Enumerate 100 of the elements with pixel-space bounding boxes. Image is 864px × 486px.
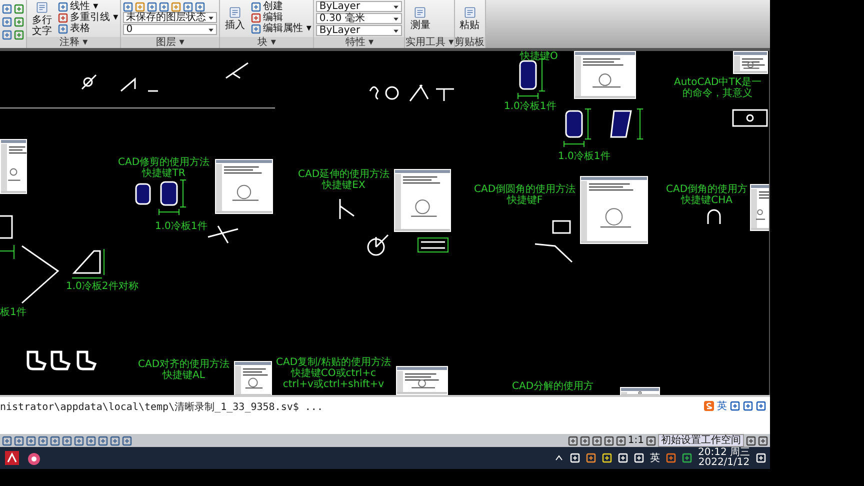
ribbon-button[interactable]: 编辑属性 ▾ <box>251 23 312 34</box>
status-toggle-icon <box>110 436 120 446</box>
ime-logo-icon <box>704 400 714 410</box>
sketch-drawing <box>707 209 721 224</box>
image-thumbnail <box>394 169 451 232</box>
status-toggle-icon <box>122 436 132 446</box>
part-drawing <box>518 58 546 100</box>
tool-icon <box>251 24 262 34</box>
status-toggle-icon <box>38 436 48 446</box>
dropdown[interactable]: ByLayer <box>316 25 402 36</box>
command-history: nistrator\appdata\local\temp\清晰录制_1_33_9358.sv$ ... <box>0 400 323 415</box>
panel-title[interactable]: 注释 ▾ <box>27 37 120 48</box>
sketch-drawing <box>0 215 14 260</box>
tool-icon <box>35 2 49 12</box>
part-drawing <box>135 183 151 205</box>
annotation-text: 1.0冷板1件 <box>558 151 610 162</box>
part-drawing <box>158 180 186 216</box>
sketch-drawing <box>418 238 448 252</box>
tool-icon <box>251 12 262 22</box>
dropdown[interactable]: ByLayer <box>316 1 402 12</box>
chevron-icon[interactable] <box>554 453 564 463</box>
ribbon-button[interactable]: 多行文字 <box>29 1 55 37</box>
input-language[interactable]: 英 <box>650 451 660 465</box>
tool-icon <box>251 2 262 12</box>
sketch-drawing <box>207 225 239 244</box>
annotation-text: AutoCAD中TK是一 的命令，其意义 <box>674 77 762 99</box>
part-drawing <box>564 108 592 148</box>
panel-title[interactable]: 图层 ▾ <box>121 37 220 48</box>
draw-tool-icon <box>14 30 24 40</box>
dropdown[interactable]: 未保存的图层状态 <box>123 12 218 23</box>
status-toggle-icon <box>26 436 36 446</box>
sketch-drawing <box>26 350 96 370</box>
image-thumbnail <box>215 159 273 214</box>
clock[interactable]: 20:12 周三 2022/1/12 <box>698 448 750 468</box>
draw-tool-icon <box>14 4 24 14</box>
annotation-scale[interactable]: 1:1 <box>628 434 644 446</box>
status-toggle-icon <box>98 436 108 446</box>
sketch-drawing <box>339 198 355 220</box>
tool-icon <box>413 7 428 18</box>
tool-icon <box>462 7 477 18</box>
tray-app-icon <box>682 453 692 463</box>
ribbon-button[interactable]: 多重引线 ▾ <box>58 12 118 23</box>
layer-tool-icon <box>171 2 182 12</box>
dropdown[interactable]: 0.30 毫米 <box>316 13 402 24</box>
workspace-dropdown[interactable]: 初始设置工作空间 <box>658 434 744 447</box>
annotation-text: CAD复制/粘贴的使用方法 快捷键CO或ctrl+c ctrl+v或ctrl+shift+v <box>276 357 391 390</box>
app-icon[interactable] <box>26 450 42 466</box>
sketch-drawing <box>22 245 60 304</box>
sketch-drawing <box>552 220 571 234</box>
draw-tool-icon <box>2 16 12 26</box>
ribbon-button[interactable]: 编辑 <box>251 12 312 23</box>
tool-icon <box>228 7 242 18</box>
app-icon[interactable] <box>4 450 20 466</box>
ribbon-button[interactable]: 插入 <box>222 1 248 37</box>
tray-app-icon <box>602 453 612 463</box>
annotation-text: 板1件 <box>0 307 26 318</box>
viewport-tool-icon <box>604 436 614 446</box>
annotation-text: 1.0冷板1件 <box>504 101 556 112</box>
annotation-text: CAD对齐的使用方法 快捷键AL <box>138 359 230 381</box>
annotation-text: 1.0冷板1件 <box>155 221 208 232</box>
annotation-text: CAD倒圆角的使用方法 快捷键F <box>474 184 576 206</box>
viewport-tool-icon <box>616 436 626 446</box>
viewport-tool-icon <box>580 436 590 446</box>
draw-tool-icon <box>2 4 12 14</box>
draw-tool-icon <box>2 30 12 40</box>
sketch-drawing <box>225 62 249 79</box>
status-toggle-icon <box>62 436 72 446</box>
input-language[interactable]: 英 <box>717 398 727 412</box>
viewport-tool-icon <box>592 436 602 446</box>
tray-app-icon <box>586 453 596 463</box>
image-thumbnail <box>750 184 769 231</box>
viewport-tool-icon <box>568 436 578 446</box>
annotation-text: CAD倒角的使用方 快捷键CHA <box>666 184 748 206</box>
status-toggle-icon <box>86 436 96 446</box>
sketch-drawing <box>732 109 768 127</box>
panel-title[interactable]: 实用工具 ▾ <box>405 37 454 48</box>
ribbon-button[interactable]: 表格 <box>58 23 118 34</box>
ribbon-button[interactable]: 线性 ▾ <box>58 1 118 12</box>
dropdown[interactable]: 0 <box>123 24 218 35</box>
sketch-drawing <box>81 74 97 90</box>
annotation-text: CAD分解的使用方 <box>512 381 594 392</box>
tray-app-icon <box>666 453 676 463</box>
status-toggle-icon <box>50 436 60 446</box>
sketch-drawing <box>534 243 573 263</box>
image-thumbnail <box>0 139 28 194</box>
panel-title[interactable]: 特性 ▾ <box>314 37 404 48</box>
status-toggle-icon <box>2 436 12 446</box>
panel-title[interactable]: 剪贴板 <box>454 37 485 48</box>
tool-icon <box>58 24 68 34</box>
sketch-drawing <box>367 234 389 256</box>
ribbon-button[interactable]: 创建 <box>251 1 312 12</box>
draw-tool-icon <box>14 16 24 26</box>
annotation-text: CAD修剪的使用方法 快捷键TR <box>118 157 210 179</box>
annotation-text: 1.0冷板2件对称 <box>66 281 138 292</box>
layer-tool-icon <box>195 2 206 12</box>
ribbon-button[interactable]: 测量 <box>407 1 434 37</box>
panel-title[interactable]: 块 ▾ <box>220 37 314 48</box>
layer-tool-icon <box>123 2 134 12</box>
drawing-canvas[interactable] <box>0 51 770 395</box>
ribbon-button[interactable]: 粘贴 <box>456 1 483 37</box>
